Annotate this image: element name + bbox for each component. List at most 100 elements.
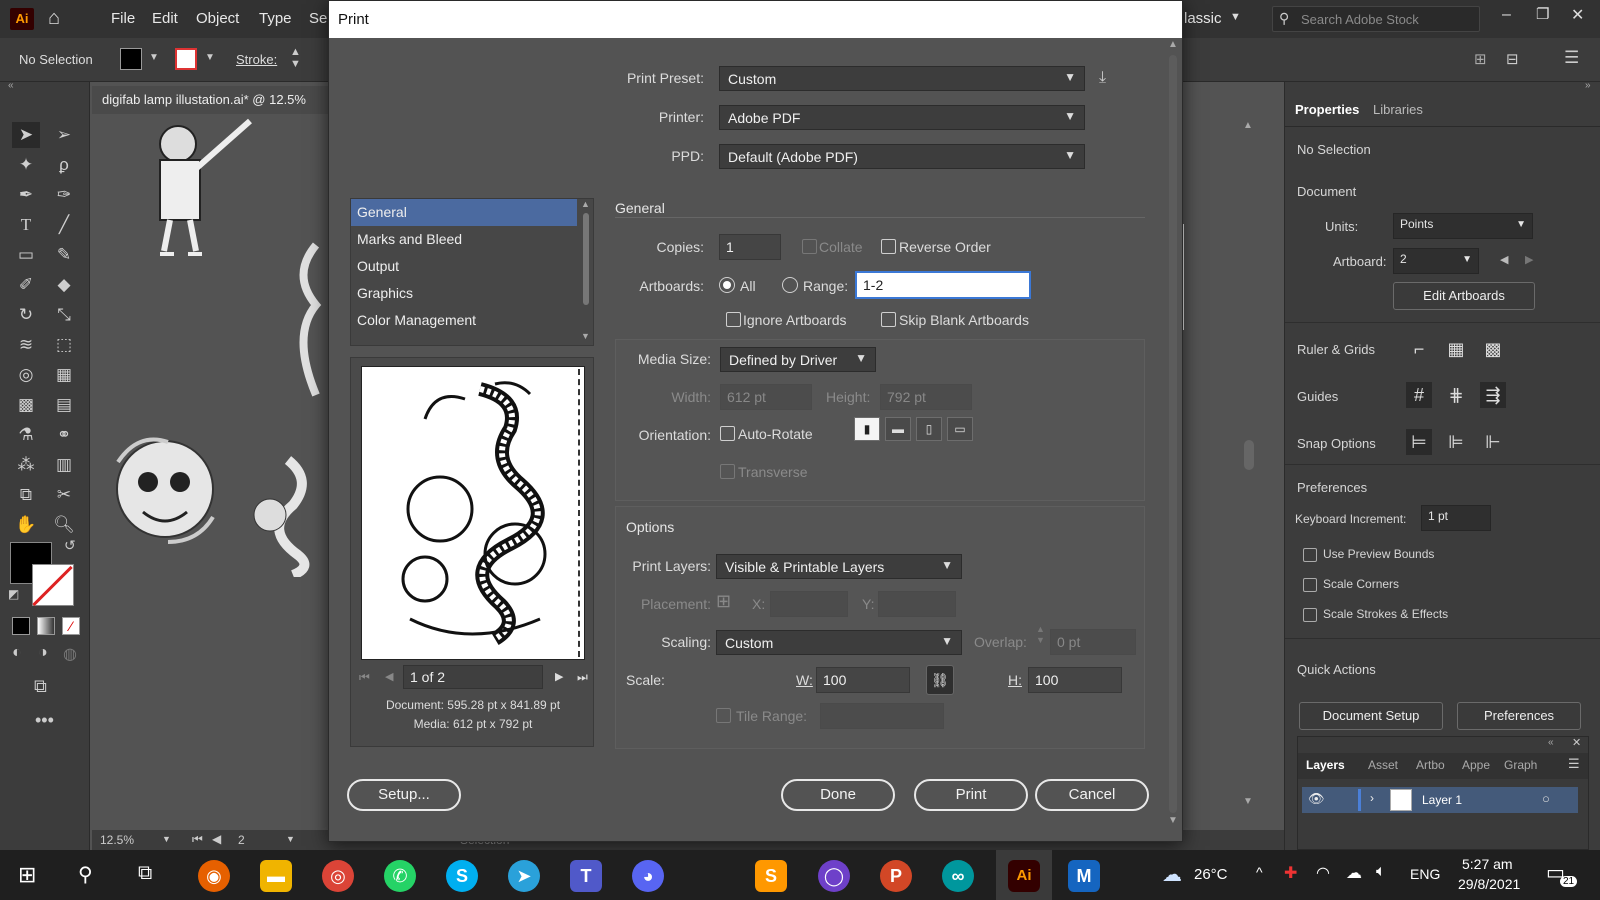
eyedropper-icon[interactable]: ⚗	[12, 422, 40, 448]
tile-range-field[interactable]	[820, 703, 944, 729]
ruler-icon[interactable]: ⌐	[1406, 336, 1432, 362]
more-tools-icon[interactable]: •••	[35, 710, 54, 731]
preferences-button[interactable]: Preferences	[1457, 702, 1581, 730]
search-input[interactable]: Search Adobe Stock	[1301, 12, 1419, 27]
portrait-icon[interactable]: ▮	[854, 417, 880, 441]
category-marks-and-bleed[interactable]: Marks and Bleed	[351, 226, 577, 253]
tab-asset-export[interactable]: Asset	[1368, 758, 1398, 772]
symbol-sprayer-icon[interactable]: ⁂	[12, 452, 40, 478]
category-graphics[interactable]: Graphics	[351, 280, 577, 307]
skype-icon[interactable]: S	[446, 860, 478, 892]
scaling-select[interactable]: Custom ▼	[716, 630, 962, 655]
hand-tool-icon[interactable]: ✋	[12, 512, 40, 538]
gradient-tool-icon[interactable]: ▤	[50, 392, 78, 418]
category-output[interactable]: Output	[351, 253, 577, 280]
document-tab[interactable]: digifab lamp illustation.ai* @ 12.5%	[92, 86, 332, 114]
direct-selection-tool-icon[interactable]: ➢	[50, 122, 78, 148]
align-icon[interactable]: ⊟	[1506, 50, 1519, 68]
category-general[interactable]: General	[351, 199, 577, 226]
close-panel-icon[interactable]: ✕	[1572, 736, 1581, 749]
placement-grid-icon[interactable]: ⊞	[716, 591, 731, 612]
selection-tool-icon[interactable]: ➤	[12, 122, 40, 148]
artboard-select[interactable]: 2 ▼	[1393, 248, 1479, 274]
github-desktop-icon[interactable]: ◯	[818, 860, 850, 892]
copies-field[interactable]: 1	[719, 234, 781, 260]
scroll-down-icon[interactable]: ▼	[1168, 815, 1178, 826]
target-circle-icon[interactable]: ○	[1542, 791, 1550, 806]
units-select[interactable]: Points ▼	[1393, 213, 1533, 239]
tray-app-icon[interactable]: ✚	[1284, 863, 1297, 883]
print-layers-select[interactable]: Visible & Printable Layers ▼	[716, 554, 962, 579]
fill-swatch[interactable]	[120, 48, 142, 70]
width-field[interactable]: 612 pt	[720, 384, 812, 410]
prev-artboard-icon[interactable]: ◀	[212, 832, 221, 846]
printer-select[interactable]: Adobe PDF ▼	[719, 105, 1085, 130]
pen-tool-icon[interactable]: ✒	[12, 182, 40, 208]
magic-wand-icon[interactable]: ✦	[12, 152, 40, 178]
stock-search[interactable]: ⚲ Search Adobe Stock	[1272, 6, 1480, 32]
scroll-down-icon[interactable]: ▼	[581, 331, 590, 341]
layer-name[interactable]: Layer 1	[1422, 793, 1462, 807]
document-setup-button[interactable]: Document Setup	[1299, 702, 1443, 730]
portrait-flipped-icon[interactable]: ▯	[916, 417, 942, 441]
chrome-icon[interactable]: ◎	[322, 860, 354, 892]
sublime-text-icon[interactable]: S	[755, 860, 787, 892]
scroll-thumb[interactable]	[1169, 55, 1177, 813]
setup-button[interactable]: Setup...	[347, 779, 461, 811]
menu-file[interactable]: File	[111, 10, 135, 27]
powerpoint-icon[interactable]: P	[880, 860, 912, 892]
chevron-down-icon[interactable]: ▼	[149, 52, 159, 63]
artboards-all-radio[interactable]	[719, 277, 735, 293]
scale-strokes-checkbox[interactable]	[1303, 608, 1317, 622]
chevron-down-icon[interactable]: ▼	[205, 52, 215, 63]
tab-layers[interactable]: Layers	[1306, 758, 1345, 772]
cancel-button[interactable]: Cancel	[1035, 779, 1149, 811]
artboard-tool-icon[interactable]: ⧉	[12, 482, 40, 508]
wifi-icon[interactable]: ◠	[1316, 863, 1330, 883]
overlap-field[interactable]: 0 pt	[1050, 629, 1136, 655]
snap-to-pixel-icon[interactable]: ⊫	[1443, 429, 1469, 455]
page-indicator-field[interactable]: 1 of 2	[403, 665, 543, 689]
language-indicator[interactable]: ENG	[1410, 866, 1440, 882]
graph-tool-icon[interactable]: ▥	[50, 452, 78, 478]
artboards-range-radio[interactable]	[782, 277, 798, 293]
ppd-select[interactable]: Default (Adobe PDF) ▼	[719, 144, 1085, 169]
use-preview-bounds-checkbox[interactable]	[1303, 548, 1317, 562]
teams-icon[interactable]: T	[570, 860, 602, 892]
discord-icon[interactable]: ◕	[632, 860, 664, 892]
placement-x-field[interactable]	[770, 591, 848, 617]
weather-temp[interactable]: 26°C	[1194, 866, 1228, 883]
landscape-flipped-icon[interactable]: ▭	[947, 417, 973, 441]
menu-object[interactable]: Object	[196, 10, 239, 27]
default-colors-icon[interactable]: ◩	[8, 587, 19, 601]
minimize-icon[interactable]: –	[1502, 6, 1511, 24]
network-warning-icon[interactable]: ☁	[1346, 863, 1362, 883]
clock-date[interactable]: 29/8/2021	[1458, 876, 1520, 892]
width-tool-icon[interactable]: ≋	[12, 332, 40, 358]
illustrator-logo[interactable]: Ai	[10, 8, 34, 30]
whatsapp-icon[interactable]: ✆	[384, 860, 416, 892]
tab-appearance[interactable]: Appe	[1462, 758, 1490, 772]
save-preset-icon[interactable]: ⤓	[1099, 69, 1106, 87]
menu-type[interactable]: Type	[259, 10, 292, 27]
panel-menu-icon[interactable]: ☰	[1568, 756, 1580, 772]
color-mode-icon[interactable]	[12, 617, 30, 635]
first-page-icon[interactable]: ⏮	[359, 670, 370, 685]
scroll-down-icon[interactable]: ▼	[1243, 796, 1253, 807]
rotate-tool-icon[interactable]: ↻	[12, 302, 40, 328]
artboard-number[interactable]: 2	[238, 833, 245, 847]
windows-start-icon[interactable]: ⊞	[18, 862, 36, 888]
paintbrush-icon[interactable]: ✎	[50, 242, 78, 268]
transverse-checkbox[interactable]	[720, 464, 735, 479]
zoom-tool-icon[interactable]: 🔍︎	[50, 512, 78, 538]
stroke-swatch[interactable]	[175, 48, 197, 70]
chevron-down-icon[interactable]: ▼	[286, 834, 295, 844]
prev-artboard-icon[interactable]: ◀	[1500, 253, 1508, 266]
transparency-grid-icon[interactable]: ▩	[1480, 336, 1506, 362]
list-scrollbar[interactable]: ▲ ▼	[579, 199, 593, 345]
scale-tool-icon[interactable]: ⤡	[50, 302, 78, 328]
overlap-stepper[interactable]: ▲ ▼	[1036, 624, 1045, 646]
tile-range-checkbox[interactable]	[716, 708, 731, 723]
keyboard-increment-field[interactable]: 1 pt	[1421, 505, 1491, 531]
media-size-select[interactable]: Defined by Driver ▼	[720, 347, 876, 372]
